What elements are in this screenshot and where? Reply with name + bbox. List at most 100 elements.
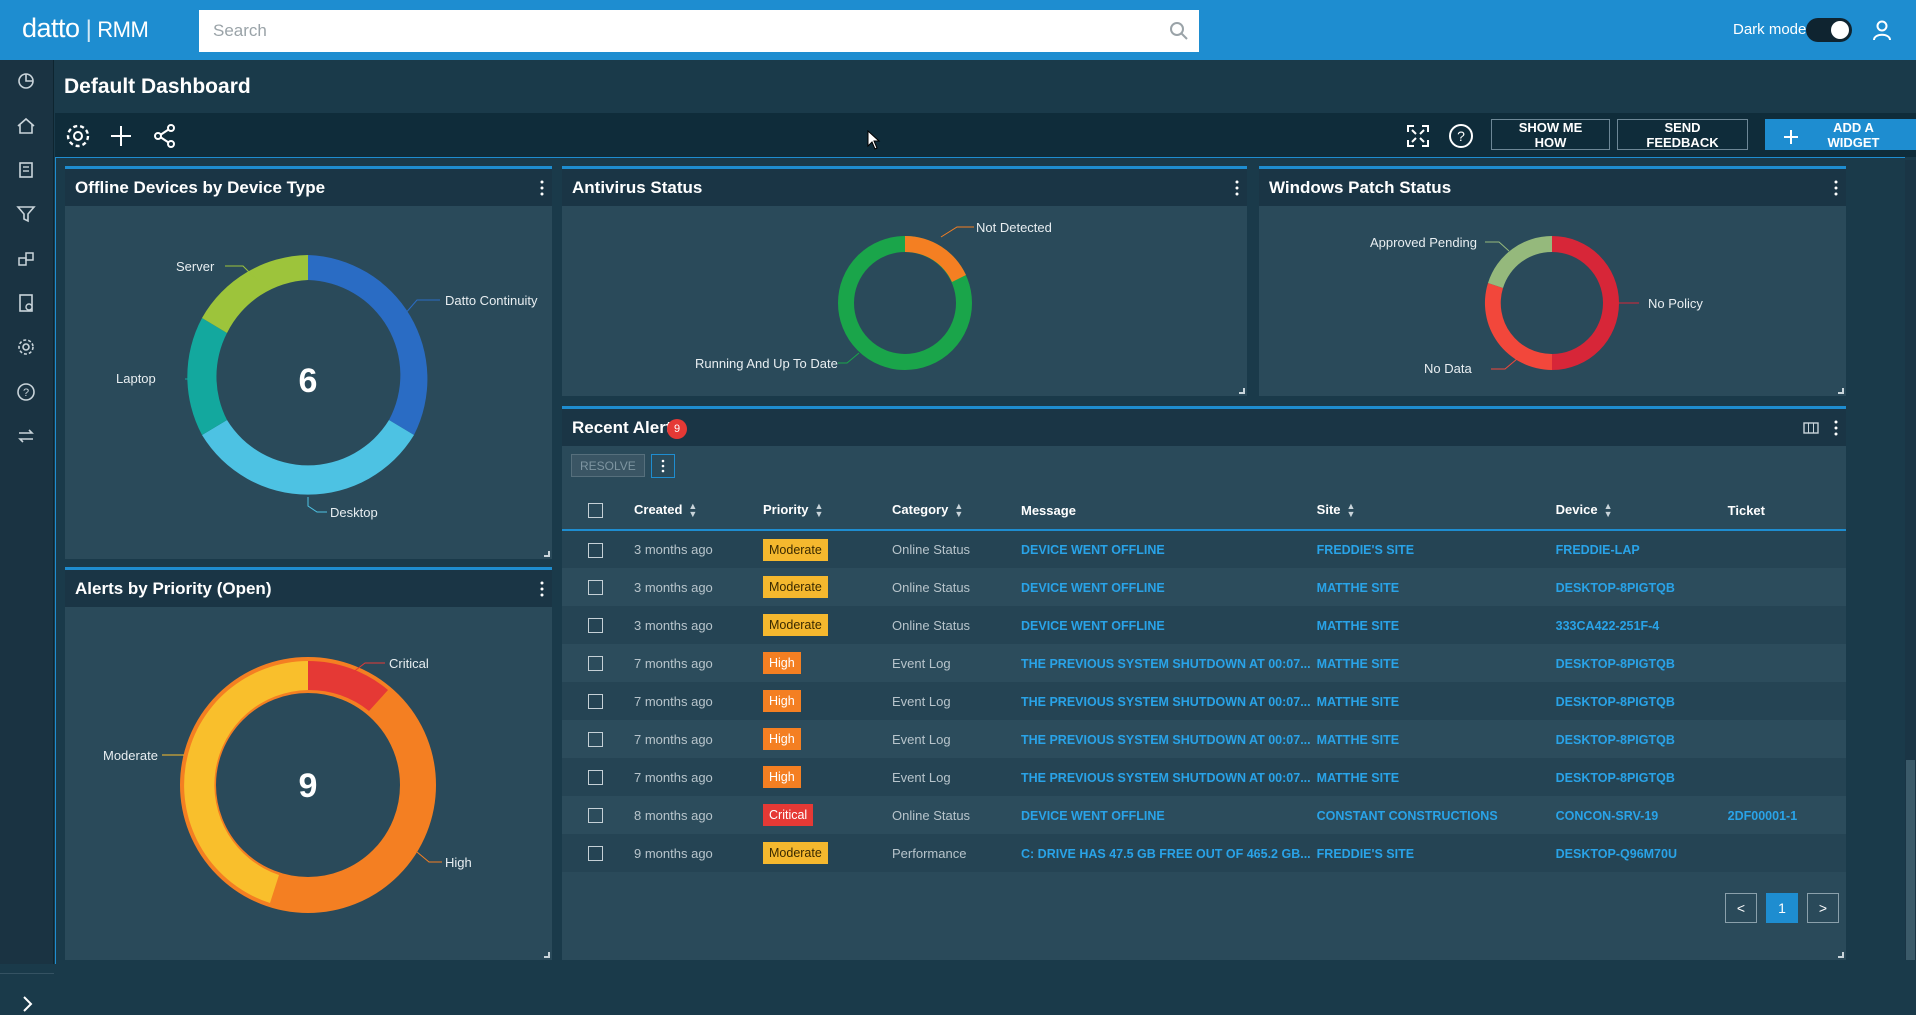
column-device[interactable]: Device ▲ ▼ — [1549, 491, 1722, 531]
site-link[interactable]: FREDDIE'S SITE — [1317, 847, 1414, 861]
column-site[interactable]: Site ▲ ▼ — [1310, 491, 1550, 531]
segment-no-data[interactable] — [1484, 283, 1552, 371]
resize-handle[interactable] — [1239, 388, 1245, 394]
device-link[interactable]: DESKTOP-Q96M70U — [1556, 847, 1677, 861]
transfer-icon[interactable] — [15, 425, 37, 447]
message-link[interactable]: THE PREVIOUS SYSTEM SHUTDOWN AT 00:07... — [1021, 657, 1311, 671]
column-category[interactable]: Category ▲ ▼ — [886, 491, 1015, 531]
device-link[interactable]: DESKTOP-8PIGTQB — [1556, 771, 1675, 785]
segment-server[interactable] — [202, 255, 308, 333]
device-link[interactable]: DESKTOP-8PIGTQB — [1556, 695, 1675, 709]
scrollbar-thumb[interactable] — [1906, 760, 1915, 960]
message-link[interactable]: THE PREVIOUS SYSTEM SHUTDOWN AT 00:07... — [1021, 771, 1311, 785]
logo[interactable]: datto | RMM — [22, 13, 149, 44]
row-checkbox[interactable] — [588, 542, 603, 558]
components-icon[interactable] — [15, 248, 37, 270]
table-row[interactable]: 7 months ago High Event Log THE PREVIOUS SY… — [562, 720, 1846, 758]
message-link[interactable]: DEVICE WENT OFFLINE — [1021, 809, 1165, 823]
table-row[interactable]: 3 months ago Moderate Online Status DEVICE … — [562, 530, 1846, 568]
search-icon[interactable] — [1167, 19, 1191, 43]
column-created[interactable]: Created ▲ ▼ — [628, 491, 757, 531]
segment-desktop[interactable] — [202, 420, 414, 495]
site-link[interactable]: MATTHE SITE — [1317, 733, 1399, 747]
send-feedback-button[interactable]: SEND FEEDBACK — [1617, 119, 1748, 150]
search-input[interactable] — [199, 10, 1199, 52]
column-priority[interactable]: Priority ▲ ▼ — [757, 491, 886, 531]
resize-handle[interactable] — [1838, 952, 1844, 958]
select-all-checkbox[interactable] — [588, 503, 603, 519]
kebab-menu-icon[interactable] — [539, 180, 545, 196]
row-checkbox[interactable] — [588, 732, 603, 748]
resize-handle[interactable] — [544, 952, 550, 958]
settings-icon[interactable] — [15, 336, 37, 358]
resize-handle[interactable] — [544, 551, 550, 557]
kebab-menu-icon[interactable] — [539, 581, 545, 597]
device-link[interactable]: 333CA422-251F-4 — [1556, 619, 1660, 633]
prev-page-button[interactable]: < — [1725, 893, 1757, 923]
site-link[interactable]: MATTHE SITE — [1317, 771, 1399, 785]
row-checkbox[interactable] — [588, 770, 603, 786]
site-link[interactable]: MATTHE SITE — [1317, 581, 1399, 595]
row-checkbox[interactable] — [588, 580, 603, 596]
dashboard-icon[interactable] — [15, 70, 37, 92]
devices-icon[interactable] — [15, 159, 37, 181]
device-link[interactable]: CONCON-SRV-19 — [1556, 809, 1659, 823]
message-link[interactable]: THE PREVIOUS SYSTEM SHUTDOWN AT 00:07... — [1021, 695, 1311, 709]
help-icon[interactable]: ? — [1447, 122, 1475, 150]
next-page-button[interactable]: > — [1807, 893, 1839, 923]
help-icon[interactable]: ? — [15, 381, 37, 403]
table-row[interactable]: 8 months ago Critical Online Status DEVICE … — [562, 796, 1846, 834]
row-checkbox[interactable] — [588, 618, 603, 634]
table-row[interactable]: 7 months ago High Event Log THE PREVIOUS SY… — [562, 682, 1846, 720]
table-row[interactable]: 7 months ago High Event Log THE PREVIOUS SY… — [562, 758, 1846, 796]
site-link[interactable]: MATTHE SITE — [1317, 619, 1399, 633]
message-link[interactable]: C: DRIVE HAS 47.5 GB FREE OUT OF 465.2 G… — [1021, 847, 1311, 861]
device-link[interactable]: DESKTOP-8PIGTQB — [1556, 657, 1675, 671]
table-row[interactable]: 3 months ago Moderate Online Status DEVICE … — [562, 606, 1846, 644]
device-link[interactable]: DESKTOP-8PIGTQB — [1556, 733, 1675, 747]
dark-mode-toggle[interactable] — [1806, 18, 1852, 42]
segment-laptop[interactable] — [187, 318, 227, 435]
message-link[interactable]: DEVICE WENT OFFLINE — [1021, 543, 1165, 557]
page-1-button[interactable]: 1 — [1766, 893, 1798, 923]
message-link[interactable]: THE PREVIOUS SYSTEM SHUTDOWN AT 00:07... — [1021, 733, 1311, 747]
add-icon[interactable] — [107, 122, 135, 150]
message-link[interactable]: DEVICE WENT OFFLINE — [1021, 619, 1165, 633]
share-icon[interactable] — [151, 122, 179, 150]
filter-icon[interactable] — [15, 203, 37, 225]
user-icon[interactable] — [1870, 18, 1894, 42]
table-row[interactable]: 3 months ago Moderate Online Status DEVICE … — [562, 568, 1846, 606]
ticket-link[interactable]: 2DF00001-1 — [1728, 809, 1798, 823]
segment-not-detected[interactable] — [905, 235, 966, 282]
fullscreen-icon[interactable] — [1404, 122, 1432, 150]
resolve-button[interactable]: RESOLVE — [571, 454, 645, 477]
home-icon[interactable] — [15, 115, 37, 137]
more-actions-button[interactable] — [650, 454, 675, 478]
message-link[interactable]: DEVICE WENT OFFLINE — [1021, 581, 1165, 595]
expand-nav-icon[interactable] — [16, 993, 38, 1015]
site-link[interactable]: MATTHE SITE — [1317, 657, 1399, 671]
kebab-menu-icon[interactable] — [1234, 180, 1240, 196]
gear-icon[interactable] — [64, 122, 92, 150]
table-row[interactable]: 9 months ago Moderate Performance C: DRIVE … — [562, 834, 1846, 872]
kebab-menu-icon[interactable] — [1833, 420, 1839, 436]
segment-datto-continuity[interactable] — [308, 255, 428, 435]
segment-approved-pending[interactable] — [1488, 235, 1552, 288]
segment-moderate[interactable] — [184, 661, 308, 903]
resize-handle[interactable] — [1838, 388, 1844, 394]
site-link[interactable]: MATTHE SITE — [1317, 695, 1399, 709]
row-checkbox[interactable] — [588, 656, 603, 672]
row-checkbox[interactable] — [588, 846, 603, 862]
device-link[interactable]: FREDDIE-LAP — [1556, 543, 1640, 557]
device-link[interactable]: DESKTOP-8PIGTQB — [1556, 581, 1675, 595]
site-link[interactable]: CONSTANT CONSTRUCTIONS — [1317, 809, 1498, 823]
segment-no-policy[interactable] — [1552, 236, 1619, 370]
kebab-menu-icon[interactable] — [1833, 180, 1839, 196]
show-me-how-button[interactable]: SHOW ME HOW — [1491, 119, 1610, 150]
reports-icon[interactable] — [15, 292, 37, 314]
table-row[interactable]: 7 months ago High Event Log THE PREVIOUS SY… — [562, 644, 1846, 682]
row-checkbox[interactable] — [588, 808, 603, 824]
site-link[interactable]: FREDDIE'S SITE — [1317, 543, 1414, 557]
row-checkbox[interactable] — [588, 694, 603, 710]
columns-icon[interactable] — [1803, 421, 1819, 435]
